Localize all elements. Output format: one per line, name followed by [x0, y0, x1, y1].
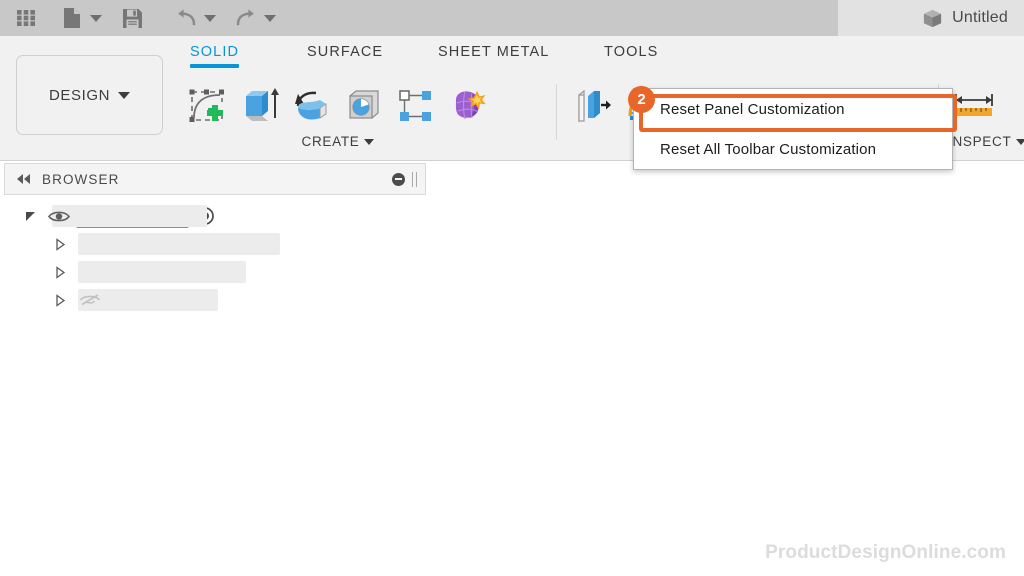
- tree-row-document-settings[interactable]: Document Settings: [0, 230, 430, 258]
- eye-icon[interactable]: [48, 209, 70, 224]
- toolbar-context-menu: Reset Panel Customization Reset All Tool…: [633, 88, 953, 170]
- redo-dropdown-caret-icon[interactable]: [264, 14, 276, 22]
- grid-icon: [17, 10, 35, 26]
- reset-panel-customization-menu-item[interactable]: Reset Panel Customization: [634, 89, 952, 129]
- cube-icon: [924, 9, 942, 27]
- hole-icon: [349, 90, 379, 119]
- tab-label: TOOLS: [604, 44, 659, 60]
- tree-row-unsaved[interactable]: (Unsaved): [0, 202, 430, 230]
- watermark: ProductDesignOnline.com: [765, 542, 1006, 563]
- workspace-selector-button[interactable]: DESIGN: [16, 55, 163, 135]
- pattern-icon: [399, 90, 431, 121]
- inspect-panel-label[interactable]: INSPECT: [948, 134, 1024, 149]
- extrude-tool[interactable]: [234, 80, 286, 132]
- panel-separator: [556, 84, 557, 140]
- create-sketch-tool[interactable]: [182, 80, 234, 132]
- undo-dropdown-caret-icon[interactable]: [204, 14, 216, 22]
- reset-all-toolbar-customization-menu-item[interactable]: Reset All Toolbar Customization: [634, 129, 952, 169]
- browser-header-controls: [392, 171, 425, 187]
- tab-tools[interactable]: TOOLS: [604, 44, 658, 68]
- file-dropdown-caret-icon[interactable]: [90, 14, 102, 22]
- menu-item-label: Reset Panel Customization: [660, 100, 845, 118]
- tab-underline: [604, 64, 658, 68]
- redo-button[interactable]: [232, 3, 260, 33]
- create-panel: CREATE: [182, 80, 494, 149]
- inspect-panel-tools: [948, 80, 1024, 132]
- browser-panel-title: BROWSER: [42, 171, 120, 187]
- chevron-down-icon: [1016, 138, 1024, 145]
- expand-collapse-arrow-icon[interactable]: [22, 210, 38, 223]
- form-icon: [455, 91, 486, 120]
- create-panel-label[interactable]: CREATE: [182, 134, 494, 149]
- chevron-down-icon: [364, 138, 375, 145]
- chevron-down-icon: [118, 91, 131, 99]
- hole-tool[interactable]: [338, 80, 390, 132]
- double-left-arrow-icon[interactable]: [15, 173, 32, 185]
- show-data-panel-button[interactable]: [12, 3, 40, 33]
- undo-icon: [178, 9, 196, 26]
- expand-collapse-arrow-icon[interactable]: [52, 237, 68, 251]
- tab-underline: [438, 64, 549, 68]
- file-icon: [64, 8, 80, 28]
- tab-underline: [307, 64, 383, 68]
- measure-ruler-icon: [955, 94, 993, 116]
- quick-access-buttons: [0, 0, 282, 36]
- sketch-plus-icon: [189, 89, 224, 122]
- inspect-panel: INSPECT: [948, 80, 1024, 149]
- file-button[interactable]: [58, 3, 86, 33]
- eye-hidden-icon[interactable]: [79, 292, 101, 308]
- tab-label: SURFACE: [307, 44, 384, 60]
- document-title[interactable]: Untitled: [921, 0, 1024, 36]
- tree-row-origin[interactable]: Origin: [0, 286, 430, 314]
- minimize-circle-icon[interactable]: [392, 172, 405, 186]
- tab-surface[interactable]: SURFACE: [307, 44, 383, 68]
- extrude-icon: [246, 88, 279, 121]
- browser-panel-header: BROWSER: [4, 163, 426, 195]
- tree-row-named-views[interactable]: Named Views: [0, 258, 430, 286]
- press-pull-tool[interactable]: [566, 80, 618, 132]
- form-tool[interactable]: [442, 80, 494, 132]
- quick-access-toolbar: Untitled: [0, 0, 1024, 36]
- workspace-selector-label: DESIGN: [48, 86, 111, 104]
- undo-button[interactable]: [172, 3, 200, 33]
- document-title-label: Untitled: [952, 9, 1008, 26]
- create-panel-tools: [182, 80, 494, 132]
- tab-label: SOLID: [190, 44, 240, 60]
- menu-item-label: Reset All Toolbar Customization: [660, 140, 877, 158]
- step-badge: 2: [628, 86, 655, 113]
- tab-label: SHEET METAL: [438, 44, 550, 60]
- expand-collapse-arrow-icon[interactable]: [52, 293, 68, 307]
- expand-collapse-arrow-icon[interactable]: [52, 265, 68, 279]
- tab-sheet-metal[interactable]: SHEET METAL: [438, 44, 549, 68]
- tab-solid[interactable]: SOLID: [190, 44, 240, 68]
- pattern-tool[interactable]: [390, 80, 442, 132]
- browser-tree: (Unsaved) Document Settings: [0, 202, 430, 314]
- redo-icon: [236, 9, 254, 26]
- measure-tool[interactable]: [948, 80, 1000, 132]
- save-icon: [122, 8, 142, 28]
- press-pull-icon: [578, 89, 611, 123]
- tab-underline: [190, 64, 240, 68]
- revolve-icon: [295, 91, 327, 120]
- panel-resize-grip[interactable]: [412, 171, 417, 187]
- inspect-panel-label-text: INSPECT: [948, 134, 1012, 149]
- revolve-tool[interactable]: [286, 80, 338, 132]
- save-button[interactable]: [118, 3, 146, 33]
- create-panel-label-text: CREATE: [301, 134, 360, 149]
